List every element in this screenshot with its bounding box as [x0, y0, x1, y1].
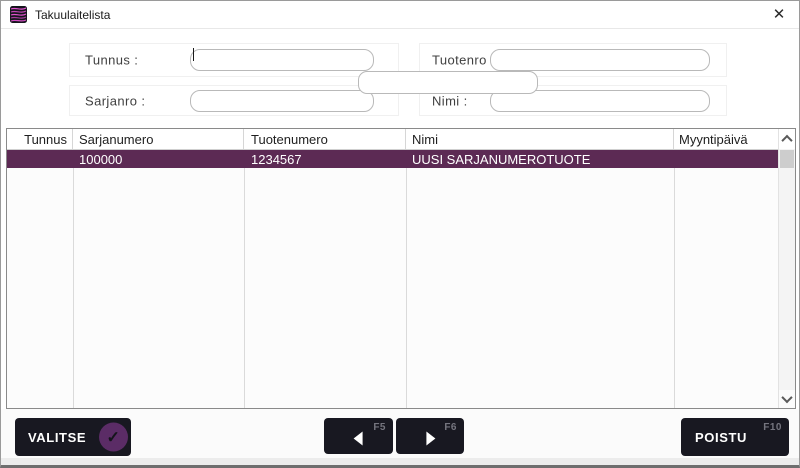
- arrow-left-icon: [353, 432, 362, 446]
- scrollbar-thumb[interactable]: [780, 150, 794, 168]
- scroll-up-icon: [781, 135, 792, 146]
- cell-nimi: UUSI SARJANUMEROTUOTE: [406, 150, 674, 168]
- scroll-up-button[interactable]: [779, 129, 795, 149]
- window-bottom-strip: [1, 458, 799, 465]
- f6-key-label: F6: [444, 422, 457, 433]
- tunnus-field-group: Tunnus :: [69, 43, 399, 77]
- sarjanro-input[interactable]: [190, 90, 374, 112]
- nimi-label: Nimi :: [432, 93, 468, 108]
- table-header-row: Tunnus Sarjanumero Tuotenumero Nimi Myyn…: [7, 129, 778, 150]
- column-header-myyntipaiva[interactable]: Myyntipäivä: [674, 129, 778, 149]
- button-bar: VALITSE ✓ F5 F6 POISTU F10: [1, 409, 799, 465]
- cell-tunnus: [7, 150, 73, 168]
- scroll-down-button[interactable]: [779, 390, 795, 408]
- window-title: Takuulaitelista: [35, 8, 110, 22]
- takuulaitelista-dialog: Takuulaitelista ✕ Tunnus : Tuotenro : Sa…: [0, 0, 800, 468]
- next-button[interactable]: F6: [396, 418, 464, 454]
- table-empty-area: [7, 168, 778, 408]
- sarjanro-field-group: Sarjanro :: [69, 85, 399, 116]
- previous-button[interactable]: F5: [324, 418, 393, 454]
- app-wave-logo-icon: [10, 6, 27, 23]
- column-header-tunnus[interactable]: Tunnus: [7, 129, 73, 149]
- checkmark-icon: ✓: [99, 423, 128, 452]
- sarjanro-label: Sarjanro :: [85, 93, 145, 108]
- column-header-nimi[interactable]: Nimi: [406, 129, 674, 149]
- table-row-selected[interactable]: 100000 1234567 UUSI SARJANUMEROTUOTE: [7, 150, 778, 168]
- warranty-device-table: Tunnus Sarjanumero Tuotenumero Nimi Myyn…: [6, 128, 796, 409]
- valitse-button[interactable]: VALITSE ✓: [15, 418, 131, 456]
- column-header-tuotenumero[interactable]: Tuotenumero: [244, 129, 406, 149]
- text-cursor: [193, 48, 194, 61]
- cell-sarjanumero: 100000: [73, 150, 244, 168]
- arrow-right-icon: [426, 432, 435, 446]
- close-icon[interactable]: ✕: [768, 1, 790, 29]
- vertical-scrollbar[interactable]: [778, 129, 795, 408]
- poistu-button-label: POISTU: [695, 430, 747, 445]
- poistu-button[interactable]: POISTU F10: [681, 418, 789, 456]
- cell-myyntipaiva: [674, 150, 778, 168]
- f10-key-label: F10: [763, 422, 782, 433]
- tunnus-input[interactable]: [190, 49, 374, 71]
- tuotenro-label: Tuotenro :: [432, 53, 495, 68]
- title-bar: Takuulaitelista ✕: [1, 1, 799, 29]
- column-header-sarjanumero[interactable]: Sarjanumero: [73, 129, 244, 149]
- f5-key-label: F5: [373, 422, 386, 433]
- tunnus-label: Tunnus :: [85, 53, 138, 68]
- scroll-down-icon: [781, 392, 792, 403]
- valitse-button-label: VALITSE: [28, 430, 86, 445]
- tuotenro-input[interactable]: [490, 49, 710, 71]
- unlabeled-input[interactable]: [358, 71, 538, 94]
- cell-tuotenumero: 1234567: [244, 150, 406, 168]
